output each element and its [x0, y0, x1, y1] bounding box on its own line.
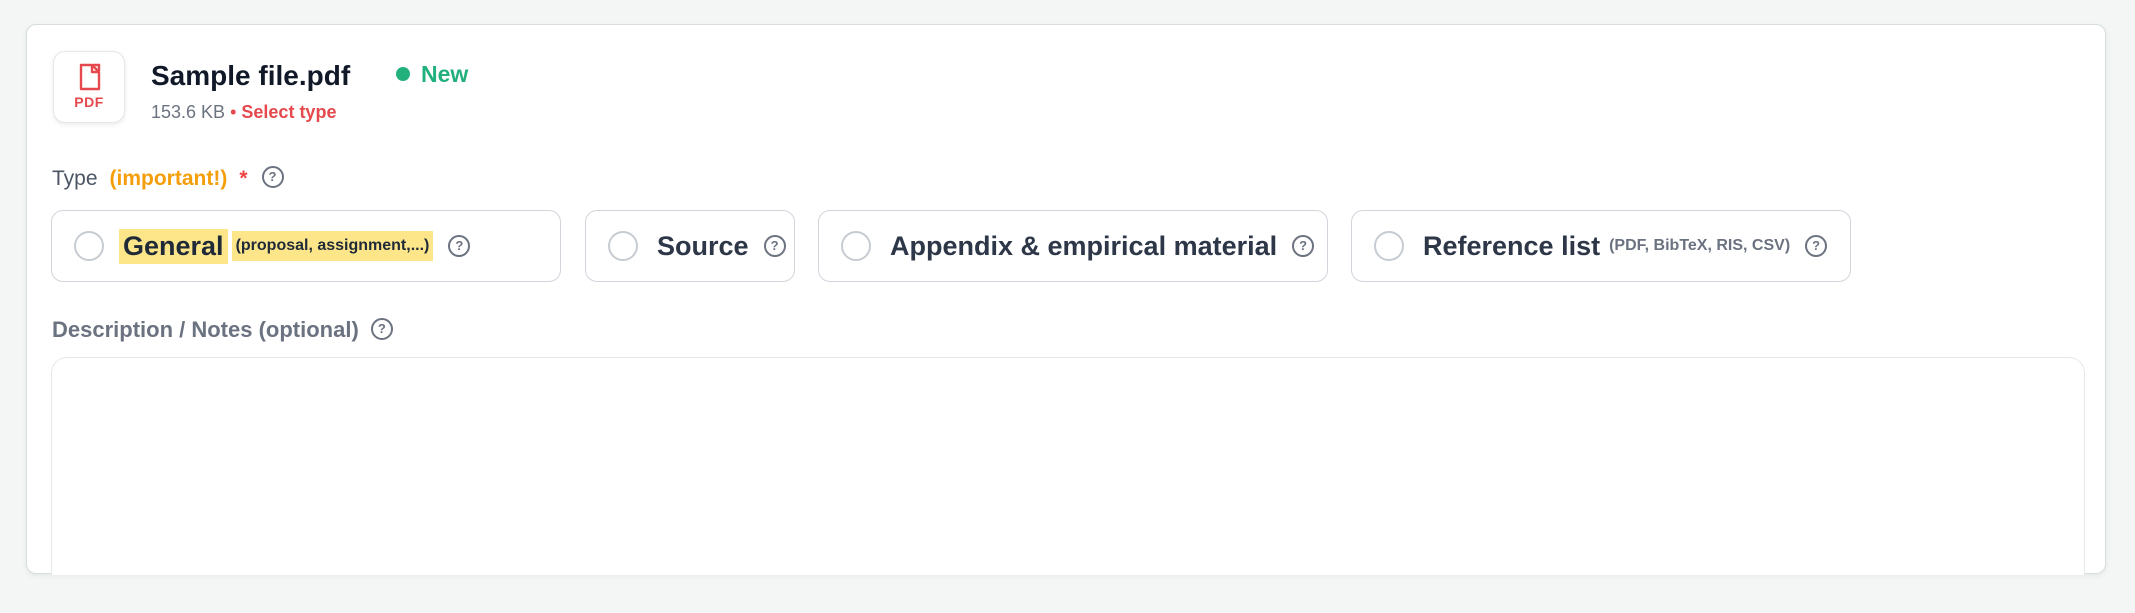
file-upload-card: PDF Sample file.pdf New 153.6 KB • Selec… — [26, 24, 2106, 575]
option-label: Source — [657, 230, 749, 261]
help-icon[interactable]: ? — [763, 235, 786, 257]
file-size: 153.6 KB — [151, 102, 226, 122]
file-type-label: PDF — [74, 94, 104, 110]
help-icon[interactable]: ? — [448, 235, 471, 257]
radio-button[interactable] — [841, 231, 871, 261]
type-option-reference-list[interactable]: Reference list (PDF, BibTeX, RIS, CSV) ? — [1351, 210, 1851, 282]
description-label-text: Description / Notes (optional) — [52, 317, 359, 342]
document-icon — [79, 63, 101, 91]
type-field-label: Type (important!) *? — [52, 166, 284, 191]
status-badge: New — [421, 61, 469, 87]
type-option-general[interactable]: General (proposal, assignment,...) ? — [51, 210, 561, 282]
type-label: Type — [52, 167, 98, 190]
radio-button[interactable] — [608, 231, 638, 261]
help-icon[interactable]: ? — [1805, 235, 1828, 257]
meta-separator: • — [230, 102, 237, 122]
pdf-file-icon: PDF — [53, 51, 125, 123]
type-option-source[interactable]: Source ? — [585, 210, 795, 282]
status-dot-icon — [396, 67, 410, 81]
description-textarea[interactable] — [51, 357, 2085, 575]
description-label: Description / Notes (optional)? — [52, 317, 393, 343]
radio-button[interactable] — [1374, 231, 1404, 261]
option-hint: (PDF, BibTeX, RIS, CSV) — [1609, 237, 1791, 254]
select-type-link[interactable]: Select type — [241, 102, 336, 122]
type-option-appendix[interactable]: Appendix & empirical material ? — [818, 210, 1328, 282]
option-label: General — [119, 228, 228, 264]
help-icon[interactable]: ? — [1292, 235, 1315, 257]
help-icon[interactable]: ? — [261, 166, 284, 189]
option-label: Appendix & empirical material — [890, 230, 1278, 261]
important-note: (important!) — [109, 167, 228, 190]
required-mark: * — [239, 167, 248, 190]
option-hint: (proposal, assignment,...) — [231, 231, 434, 261]
option-label: Reference list — [1423, 230, 1601, 261]
help-icon[interactable]: ? — [370, 318, 393, 341]
radio-button[interactable] — [74, 231, 104, 261]
file-name: Sample file.pdf — [151, 60, 351, 91]
file-meta: 153.6 KB • Select type — [151, 102, 336, 124]
